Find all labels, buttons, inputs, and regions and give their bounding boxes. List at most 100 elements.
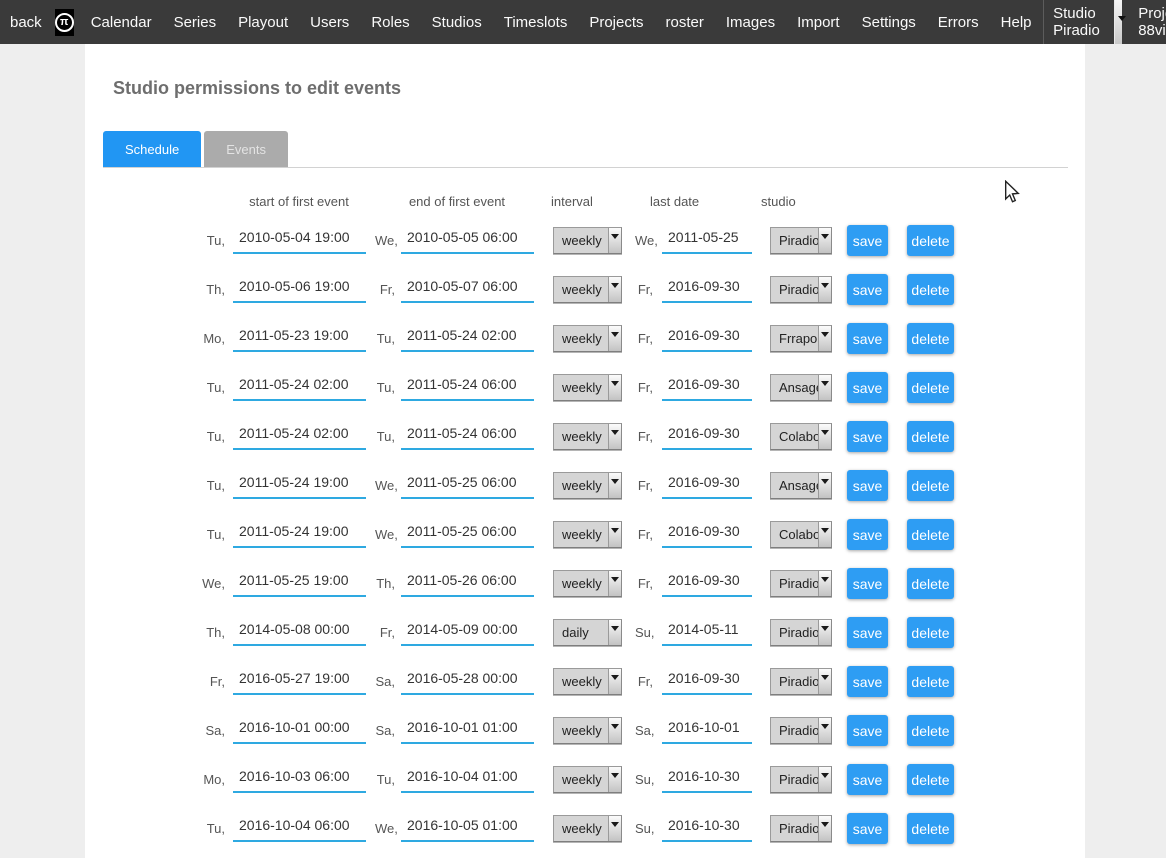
interval-select[interactable]: weekly <box>553 276 622 303</box>
start-datetime-input[interactable] <box>233 326 366 352</box>
interval-select[interactable]: weekly <box>553 717 622 744</box>
pi-radio-logo-icon[interactable]: π <box>55 9 74 36</box>
end-datetime-input[interactable] <box>401 522 534 548</box>
end-datetime-input[interactable] <box>401 277 534 303</box>
nav-item-timeslots[interactable]: Timeslots <box>493 14 579 31</box>
nav-item-images[interactable]: Images <box>715 14 786 31</box>
chevron-down-icon[interactable] <box>1114 0 1122 44</box>
interval-select[interactable]: weekly <box>553 472 622 499</box>
last-date-input[interactable] <box>662 473 752 499</box>
tab-events[interactable]: Events <box>204 131 288 167</box>
start-datetime-input[interactable] <box>233 767 366 793</box>
delete-button[interactable]: delete <box>907 666 954 697</box>
end-datetime-input[interactable] <box>401 375 534 401</box>
delete-button[interactable]: delete <box>907 519 954 550</box>
start-datetime-input[interactable] <box>233 620 366 646</box>
interval-select[interactable]: weekly <box>553 227 622 254</box>
studio-select[interactable]: Piradio <box>770 668 832 695</box>
save-button[interactable]: save <box>847 519 888 550</box>
last-date-input[interactable] <box>662 326 752 352</box>
interval-select[interactable]: daily <box>553 619 622 646</box>
end-datetime-input[interactable] <box>401 326 534 352</box>
end-datetime-input[interactable] <box>401 424 534 450</box>
end-datetime-input[interactable] <box>401 571 534 597</box>
save-button[interactable]: save <box>847 764 888 795</box>
last-date-input[interactable] <box>662 816 752 842</box>
end-datetime-input[interactable] <box>401 718 534 744</box>
save-button[interactable]: save <box>847 372 888 403</box>
delete-button[interactable]: delete <box>907 715 954 746</box>
delete-button[interactable]: delete <box>907 568 954 599</box>
studio-select[interactable]: Piradio <box>770 619 832 646</box>
interval-select[interactable]: weekly <box>553 570 622 597</box>
last-date-input[interactable] <box>662 571 752 597</box>
last-date-input[interactable] <box>662 620 752 646</box>
start-datetime-input[interactable] <box>233 228 366 254</box>
nav-item-studios[interactable]: Studios <box>421 14 493 31</box>
start-datetime-input[interactable] <box>233 718 366 744</box>
studio-select[interactable]: Colabo <box>770 521 832 548</box>
delete-button[interactable]: delete <box>907 323 954 354</box>
save-button[interactable]: save <box>847 715 888 746</box>
last-date-input[interactable] <box>662 767 752 793</box>
delete-button[interactable]: delete <box>907 617 954 648</box>
start-datetime-input[interactable] <box>233 571 366 597</box>
interval-select[interactable]: weekly <box>553 815 622 842</box>
nav-item-playout[interactable]: Playout <box>227 14 299 31</box>
end-datetime-input[interactable] <box>401 767 534 793</box>
studio-select[interactable]: Piradio <box>770 766 832 793</box>
save-button[interactable]: save <box>847 813 888 844</box>
end-datetime-input[interactable] <box>401 669 534 695</box>
start-datetime-input[interactable] <box>233 816 366 842</box>
nav-item-calendar[interactable]: Calendar <box>80 14 163 31</box>
end-datetime-input[interactable] <box>401 816 534 842</box>
nav-item-projects[interactable]: Projects <box>578 14 654 31</box>
interval-select[interactable]: weekly <box>553 325 622 352</box>
delete-button[interactable]: delete <box>907 764 954 795</box>
last-date-input[interactable] <box>662 228 752 254</box>
save-button[interactable]: save <box>847 568 888 599</box>
delete-button[interactable]: delete <box>907 274 954 305</box>
studio-select[interactable]: Ansage <box>770 472 832 499</box>
delete-button[interactable]: delete <box>907 421 954 452</box>
nav-item-roster[interactable]: roster <box>655 14 715 31</box>
last-date-input[interactable] <box>662 522 752 548</box>
start-datetime-input[interactable] <box>233 277 366 303</box>
nav-item-settings[interactable]: Settings <box>851 14 927 31</box>
delete-button[interactable]: delete <box>907 372 954 403</box>
interval-select[interactable]: weekly <box>553 521 622 548</box>
project-select[interactable]: Project 88vier <box>1128 0 1166 44</box>
last-date-input[interactable] <box>662 277 752 303</box>
studio-select[interactable]: Piradio <box>770 570 832 597</box>
interval-select[interactable]: weekly <box>553 766 622 793</box>
nav-item-roles[interactable]: Roles <box>360 14 420 31</box>
studio-select[interactable]: Piradio <box>770 815 832 842</box>
studio-select[interactable]: Ansage <box>770 374 832 401</box>
last-date-input[interactable] <box>662 669 752 695</box>
studio-select[interactable]: Colabo <box>770 423 832 450</box>
save-button[interactable]: save <box>847 666 888 697</box>
interval-select[interactable]: weekly <box>553 423 622 450</box>
save-button[interactable]: save <box>847 225 888 256</box>
delete-button[interactable]: delete <box>907 813 954 844</box>
interval-select[interactable]: weekly <box>553 374 622 401</box>
start-datetime-input[interactable] <box>233 522 366 548</box>
delete-button[interactable]: delete <box>907 225 954 256</box>
nav-item-errors[interactable]: Errors <box>927 14 990 31</box>
start-datetime-input[interactable] <box>233 375 366 401</box>
end-datetime-input[interactable] <box>401 620 534 646</box>
studio-select[interactable]: Piradio <box>770 276 832 303</box>
save-button[interactable]: save <box>847 617 888 648</box>
studio-select[interactable]: Piradio <box>770 717 832 744</box>
save-button[interactable]: save <box>847 421 888 452</box>
back-link[interactable]: back <box>0 14 53 31</box>
end-datetime-input[interactable] <box>401 473 534 499</box>
last-date-input[interactable] <box>662 375 752 401</box>
nav-item-users[interactable]: Users <box>299 14 360 31</box>
nav-item-import[interactable]: Import <box>786 14 851 31</box>
tab-schedule[interactable]: Schedule <box>103 131 201 167</box>
studio-select[interactable]: Frrapo <box>770 325 832 352</box>
end-datetime-input[interactable] <box>401 228 534 254</box>
studio-select[interactable]: Piradio <box>770 227 832 254</box>
save-button[interactable]: save <box>847 470 888 501</box>
